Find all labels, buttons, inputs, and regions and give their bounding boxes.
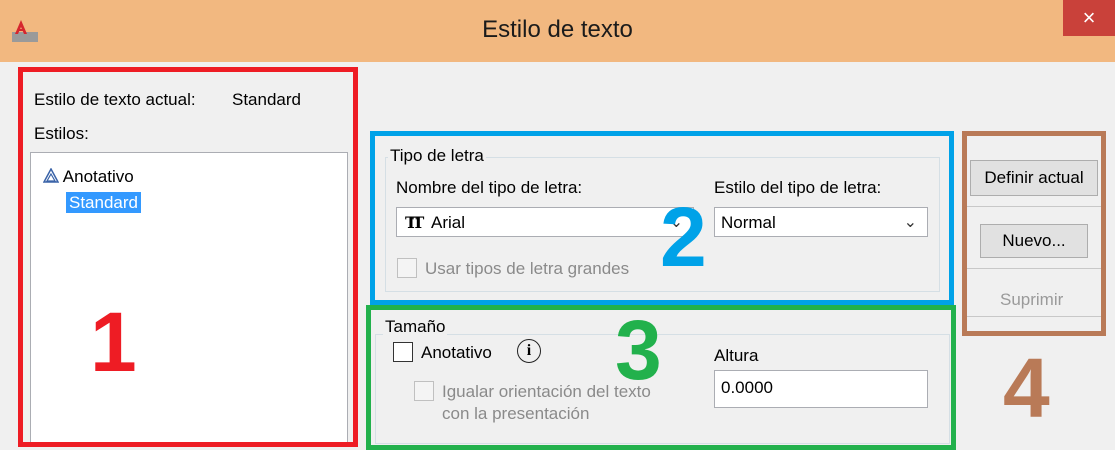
title-bar: Estilo de texto × — [0, 0, 1115, 62]
annotation-number-4: 4 — [1003, 341, 1050, 435]
annotation-number-1: 1 — [90, 295, 137, 389]
annotation-number-3: 3 — [615, 303, 662, 397]
close-icon[interactable]: × — [1063, 0, 1115, 36]
annotation-number-2: 2 — [660, 190, 707, 284]
window-title: Estilo de texto — [482, 16, 633, 43]
annotation-box-1 — [18, 67, 358, 447]
annotation-box-4 — [962, 131, 1106, 336]
